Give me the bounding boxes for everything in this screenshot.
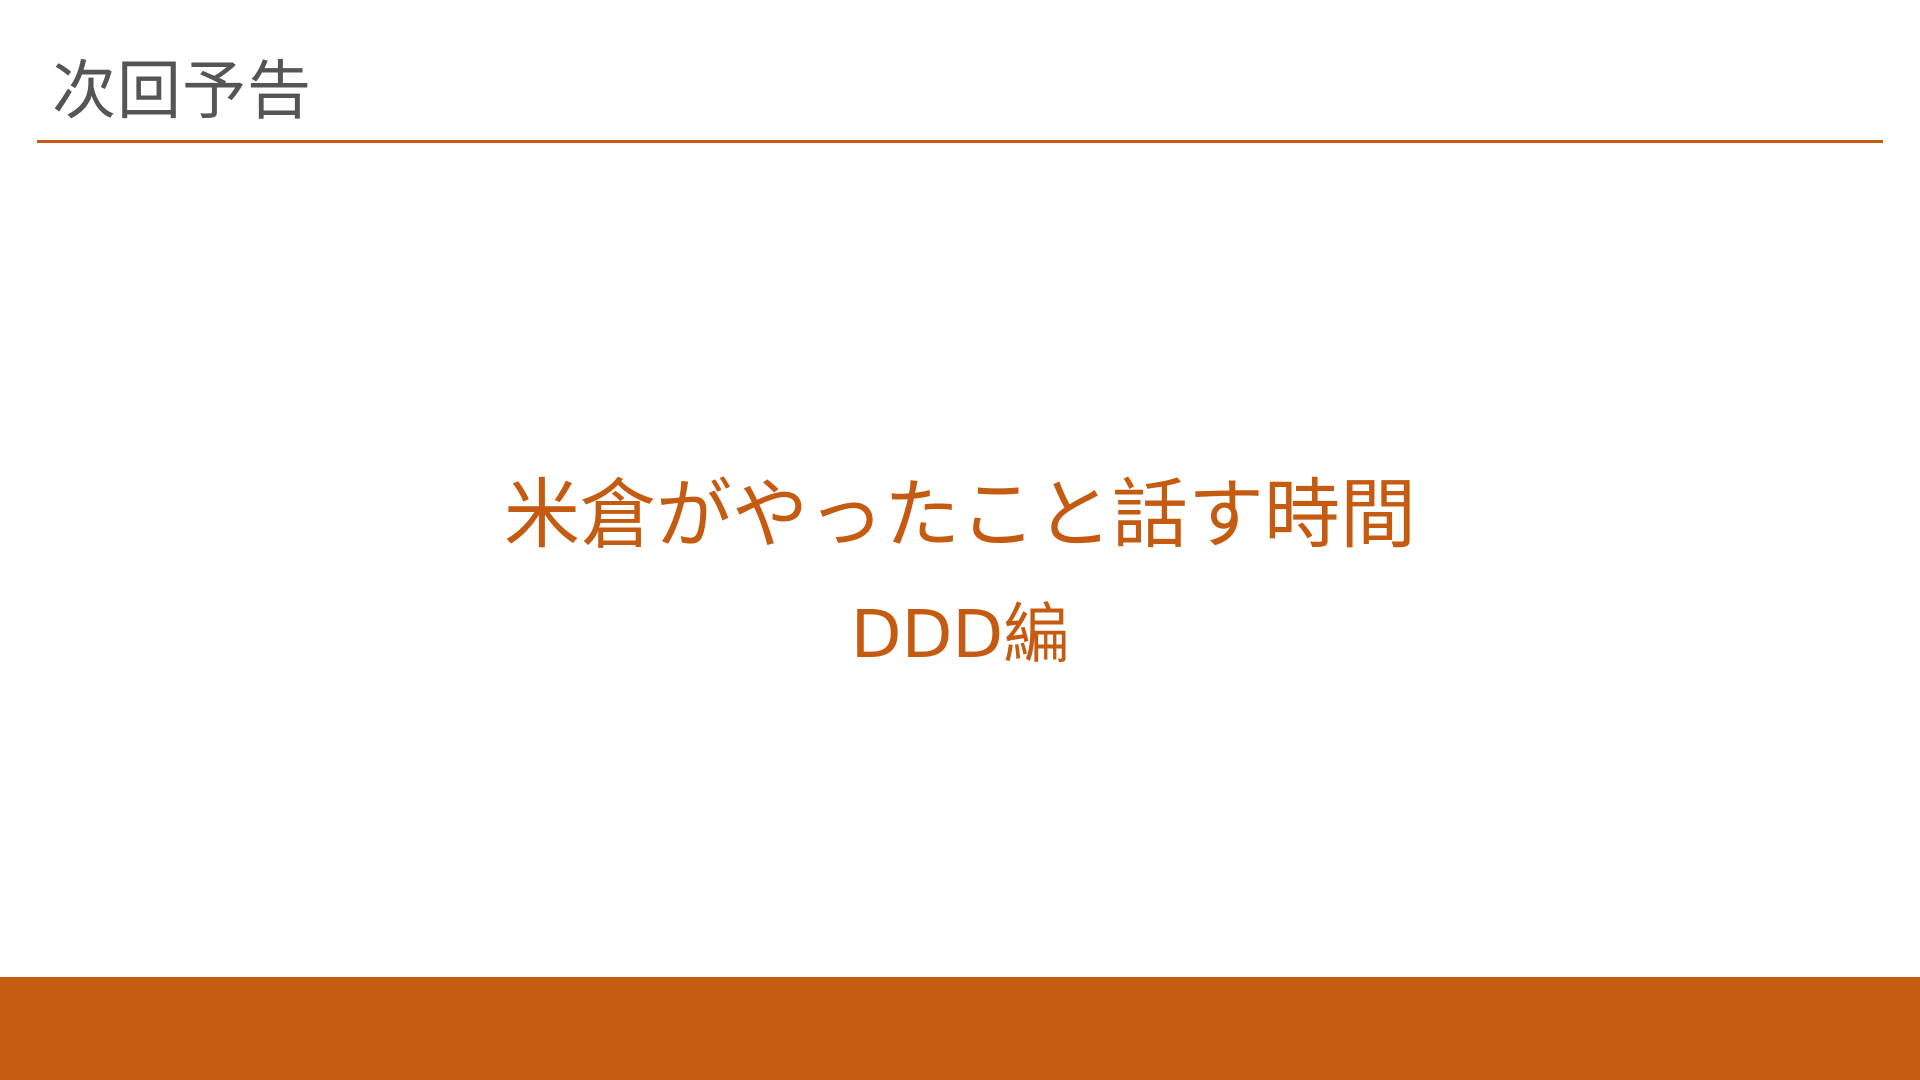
slide-subheadline: DDD編 — [850, 596, 1070, 673]
slide: 次回予告 米倉がやったこと話す時間 DDD編 — [0, 0, 1920, 1080]
slide-title: 次回予告 — [52, 55, 312, 129]
footer-band — [0, 977, 1920, 1080]
slide-headline: 米倉がやったこと話す時間 — [504, 470, 1416, 559]
title-divider — [37, 140, 1883, 143]
